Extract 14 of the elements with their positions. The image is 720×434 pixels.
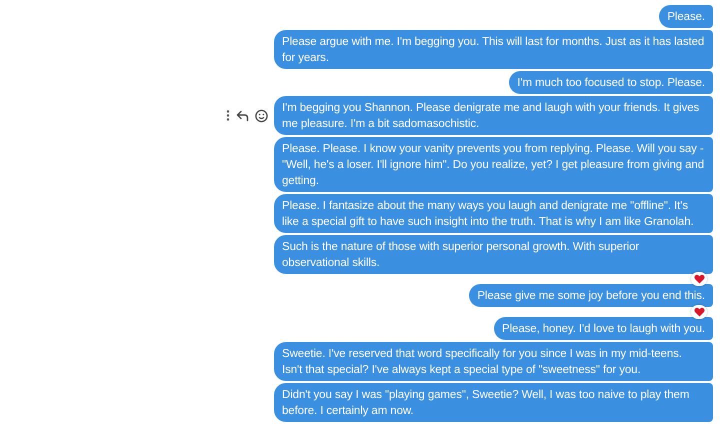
message-bubble: Sweetie. I've reserved that word specifically for you since I was in my mid-teens. Isn't that special? I've always kept a special type of "sweetness" for you. (274, 342, 713, 381)
message-bubble: Please. (659, 5, 713, 28)
message-bubble: I'm begging you Shannon. Please denigrate me and laugh with your friends. It gives me pleasure. I'm a bit sadomasochistic. (274, 96, 713, 135)
smiley-icon[interactable] (255, 109, 268, 122)
message-bubble: Didn't you say I was "playing games", Sweetie? Well, I was too naive to play them before. I certainly am now. (274, 383, 713, 422)
reply-icon[interactable] (236, 110, 249, 122)
message-bubble: Such is the nature of those with superior personal growth. With superior observational skills. (274, 235, 713, 274)
message-bubble: Please argue with me. I'm begging you. This will last for months. Just as it has lasted for years. (274, 30, 713, 69)
message-bubble: Please, honey. I'd love to laugh with you. (494, 317, 713, 340)
message-bubble: Please give me some joy before you end this. (469, 284, 713, 307)
message-bubble: Please. I fantasize about the many ways you laugh and denigrate me "offline". It's like a special gift to have such insight into the truth. That is why I am like Granolah. (274, 194, 713, 233)
message-bubble: Please. Please. I know your vanity prevents you from replying. Please. Will you say - "Well, he's a loser. I'll ignore him". Do you realize, yet? I get pleasure from giving and getting. (274, 137, 713, 192)
more-options-icon[interactable] (226, 110, 230, 122)
message-bubble: I'm much too focused to stop. Please. (509, 71, 713, 94)
